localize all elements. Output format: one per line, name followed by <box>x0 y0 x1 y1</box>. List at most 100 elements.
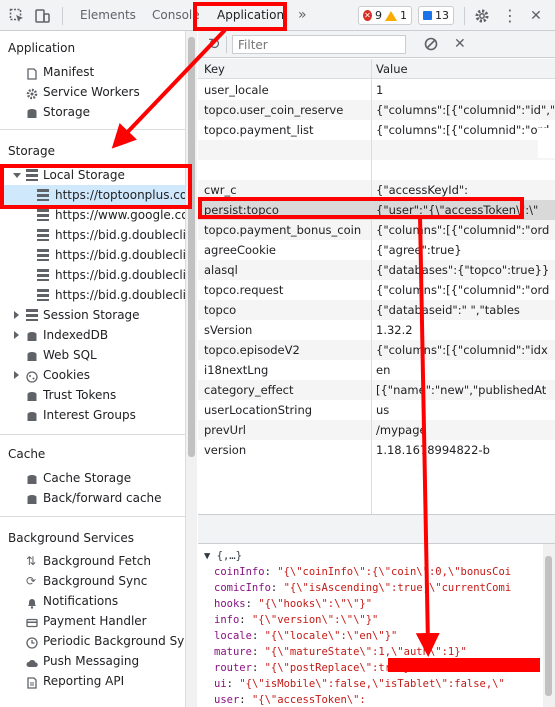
preview-entry[interactable]: coinInfo: "{\"coinInfo\":{\"coin\":0,\"b… <box>214 564 555 580</box>
preview-entry[interactable]: ui: "{\"isMobile\":false,\"isTablet\":fa… <box>214 676 555 692</box>
scrollbar-thumb[interactable] <box>188 37 195 457</box>
preview-colon: : <box>245 598 259 610</box>
sidebar-item-label: Notifications <box>43 594 119 608</box>
database-icon <box>26 106 38 118</box>
sidebar-item-trust-tokens[interactable]: Trust Tokens <box>0 385 185 405</box>
messages-counter-button[interactable]: 13 <box>418 6 454 25</box>
refresh-icon[interactable]: ↻ <box>208 35 221 53</box>
sidebar-item-origin-doubleclick[interactable]: https://bid.g.doubleclick <box>0 245 185 265</box>
sidebar-item-back-forward-cache[interactable]: Back/forward cache <box>0 488 185 508</box>
table-icon <box>37 229 49 241</box>
sidebar-item-label: Cookies <box>43 368 90 382</box>
arrows-updown-icon: ⇅ <box>26 554 37 568</box>
sidebar-item-cache-storage[interactable]: Cache Storage <box>0 468 185 488</box>
column-header-key[interactable]: Key <box>204 62 225 76</box>
table-row[interactable]: topco.request {"columns":[{"columnid":"or… <box>198 280 555 300</box>
table-row[interactable] <box>198 140 555 160</box>
sidebar-item-interest-groups[interactable]: Interest Groups <box>0 405 185 425</box>
sidebar-item-web-sql[interactable]: Web SQL <box>0 345 185 365</box>
sidebar-item-label: Back/forward cache <box>43 491 162 505</box>
more-tabs-button[interactable]: » <box>298 0 307 31</box>
clear-all-icon[interactable] <box>424 37 438 54</box>
sidebar-item-storage[interactable]: Storage <box>0 102 185 122</box>
table-icon <box>37 249 49 261</box>
error-icon: ✕ <box>363 10 372 21</box>
sidebar-item-service-workers[interactable]: Service Workers <box>0 82 185 102</box>
table-row[interactable]: agreeCookie {"agree":true} <box>198 240 555 260</box>
origin-label: https://bid.g.doubleclick <box>55 248 185 262</box>
sidebar-item-session-storage[interactable]: Session Storage <box>0 305 185 325</box>
table-row[interactable]: user_locale 1 <box>198 80 555 100</box>
preview-entry-key: user <box>214 694 240 706</box>
preview-entry[interactable]: info: "{\"version\":\"\"}" <box>214 612 555 628</box>
sidebar-item-payment-handler[interactable]: Payment Handler <box>0 611 185 631</box>
chevron-right-icon[interactable] <box>14 311 19 319</box>
preview-root[interactable]: ▼ {,…} <box>204 548 555 564</box>
settings-gear-icon[interactable] <box>474 8 490 24</box>
table-row[interactable]: prevUrl/mypage <box>198 420 555 440</box>
database-icon <box>26 409 38 421</box>
close-devtools-icon[interactable]: ✕ <box>528 8 544 24</box>
table-row[interactable] <box>198 160 555 180</box>
table-row[interactable]: userLocationString us <box>198 400 555 420</box>
database-icon <box>26 492 38 504</box>
table-row[interactable]: topco.payment_bonus_coin {"columns":[{"co… <box>198 220 555 240</box>
redacted-token-box <box>388 658 540 672</box>
table-row[interactable]: topco.user_coin_reserve {"columns":[{"col… <box>198 100 555 120</box>
inspect-element-icon[interactable] <box>9 8 25 24</box>
sidebar-item-background-sync[interactable]: ⟳ Background Sync <box>0 571 185 591</box>
device-toolbar-icon[interactable] <box>34 8 50 24</box>
preview-entry[interactable]: hooks: "{\"hooks\":\"\"}" <box>214 596 555 612</box>
column-divider[interactable] <box>371 59 372 542</box>
column-header-value[interactable]: Value <box>376 62 408 76</box>
row-value: us <box>376 403 390 417</box>
preview-entry-value: "{\"accessToken\": <box>251 694 366 706</box>
preview-entry-key: ui <box>214 678 227 690</box>
table-row[interactable]: version 1.18.1678994822-b <box>198 440 555 460</box>
scrollbar-thumb[interactable] <box>545 556 552 696</box>
storage-toolbar: ↻ ✕ <box>198 31 555 58</box>
key-value-table: Key Value user_locale 1 topco.user_coin_re… <box>198 59 555 542</box>
issues-counter-button[interactable]: ✕ 9 1 <box>358 6 412 25</box>
sidebar-item-origin-doubleclick[interactable]: https://bid.g.doubleclick <box>0 285 185 305</box>
table-row[interactable]: topco.payment_list {"columns":[{"columnid… <box>198 120 555 140</box>
delete-selected-icon[interactable]: ✕ <box>454 35 466 53</box>
filter-input[interactable] <box>232 35 406 54</box>
sidebar-item-label: Background Fetch <box>43 554 151 568</box>
sidebar-item-background-fetch[interactable]: ⇅ Background Fetch <box>0 551 185 571</box>
preview-entry[interactable]: comicInfo: "{\"isAscending\":true,\"curr… <box>214 580 555 596</box>
sidebar-item-indexeddb[interactable]: IndexedDB <box>0 325 185 345</box>
preview-entry[interactable]: user: "{\"accessToken\": <box>214 692 555 707</box>
preview-entry[interactable]: locale: "{\"locale\":\"en\"}" <box>214 628 555 644</box>
origin-label: https://bid.g.doubleclick <box>55 228 185 242</box>
sidebar-item-manifest[interactable]: Manifest <box>0 62 185 82</box>
row-value: {"columns":[{"columnid":"ord <box>376 123 550 137</box>
table-row[interactable]: topco.episodeV2 {"columns":[{"columnid":"… <box>198 340 555 360</box>
row-key: topco.payment_bonus_coin <box>204 223 362 237</box>
table-row[interactable]: category_effect [{"name":"new","published… <box>198 380 555 400</box>
sidebar-scrollbar[interactable] <box>185 31 197 707</box>
preview-splitter[interactable] <box>198 514 555 544</box>
tab-elements[interactable]: Elements <box>80 0 136 31</box>
preview-entry-key: mature <box>214 646 252 658</box>
chevron-right-icon[interactable] <box>14 371 19 379</box>
sidebar-item-origin-doubleclick[interactable]: https://bid.g.doubleclick <box>0 265 185 285</box>
annotation-box-application-tab <box>193 2 287 31</box>
table-row[interactable]: topco {"databaseid":" ","tables <box>198 300 555 320</box>
sidebar-item-cookies[interactable]: Cookies <box>0 365 185 385</box>
table-row[interactable]: i18nextLng en <box>198 360 555 380</box>
more-options-icon[interactable]: ⋮ <box>502 8 518 24</box>
sidebar-item-label: Interest Groups <box>43 408 136 422</box>
sidebar-item-origin-doubleclick[interactable]: https://bid.g.doubleclick <box>0 225 185 245</box>
annotation-box-origin <box>0 164 192 209</box>
chevron-right-icon[interactable] <box>14 331 19 339</box>
sidebar-item-push-messaging[interactable]: Push Messaging <box>0 651 185 671</box>
sidebar-item-reporting-api[interactable]: Reporting API <box>0 671 185 691</box>
table-row[interactable]: alasql {"databases":{"topco":true}} <box>198 260 555 280</box>
preview-scrollbar[interactable] <box>543 544 555 707</box>
table-row[interactable]: sVersion 1.32.2 <box>198 320 555 340</box>
sidebar-item-notifications[interactable]: Notifications <box>0 591 185 611</box>
sidebar-item-periodic-background-sync[interactable]: Periodic Background Sync <box>0 631 185 651</box>
warning-icon <box>385 10 397 21</box>
preview-entry-value: "{\"hooks\":\"\"}" <box>258 598 373 610</box>
